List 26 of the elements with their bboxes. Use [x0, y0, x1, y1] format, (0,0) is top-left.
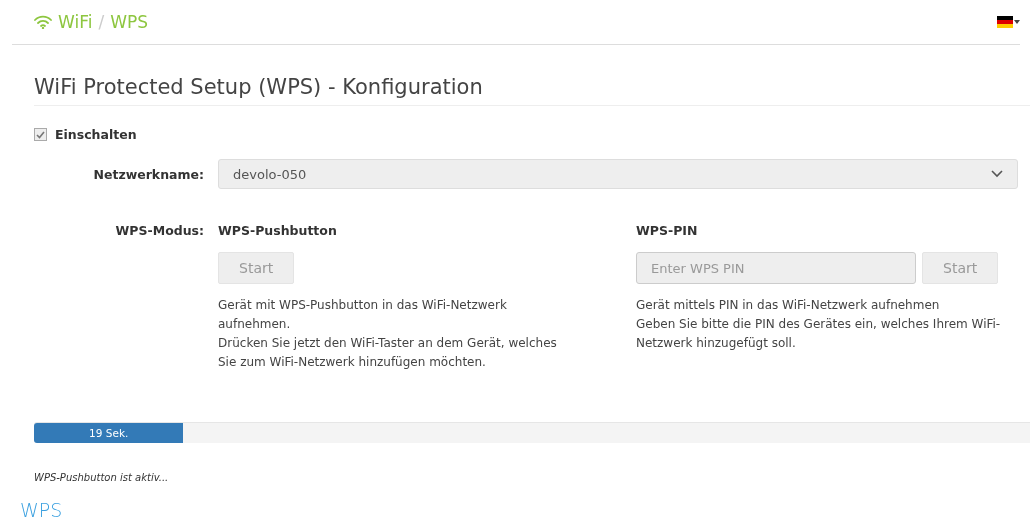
description-text: Geben Sie bitte die PIN des Gerätes ein, welches Ihrem WiFi-Netzwerk hinzugefügt soll.	[636, 316, 1002, 352]
checkbox[interactable]	[34, 128, 47, 141]
description-text: Gerät mittels PIN in das WiFi-Netzwerk aufnehmen	[636, 297, 941, 314]
field-label: Netzwerkname:	[92, 166, 204, 182]
column-title: WPS-PIN	[636, 223, 699, 238]
breadcrumb-link[interactable]: WiFi	[58, 12, 93, 32]
chevron-down-icon	[991, 170, 1003, 178]
description-text: Drücken Sie jetzt den WiFi-Taster an dem Gerät, welches Sie zum WiFi-Netzwerk hinzufügen möchten.	[218, 335, 558, 371]
pin-input[interactable]: Enter WPS PIN	[636, 252, 916, 284]
breadcrumb-separator: /	[98, 12, 105, 32]
column-title: WPS-Pushbutton	[218, 223, 338, 238]
caret-icon	[1014, 20, 1020, 24]
breadcrumb-link[interactable]: WPS	[110, 12, 149, 32]
start-button[interactable]: Start	[218, 252, 295, 284]
field-label: WPS-Modus:	[114, 223, 204, 238]
language-selector[interactable]	[997, 16, 1020, 28]
section-title: WPS	[20, 499, 64, 521]
page-heading: WiFi Protected Setup (WPS) - Konfiguration	[34, 75, 1030, 106]
flag-icon	[997, 16, 1013, 28]
progress-reading: 19 Sek.	[89, 427, 129, 439]
description-text: Gerät mit WPS-Pushbutton in das WiFi-Netzwerk aufnehmen.	[218, 297, 508, 333]
checkbox-label: Einschalten	[55, 127, 137, 142]
start-button[interactable]: Start	[922, 252, 999, 284]
status-text: WPS-Pushbutton ist aktiv...	[34, 472, 170, 483]
wifi-icon	[34, 15, 52, 29]
network-select[interactable]: devolo-050	[218, 159, 1018, 189]
